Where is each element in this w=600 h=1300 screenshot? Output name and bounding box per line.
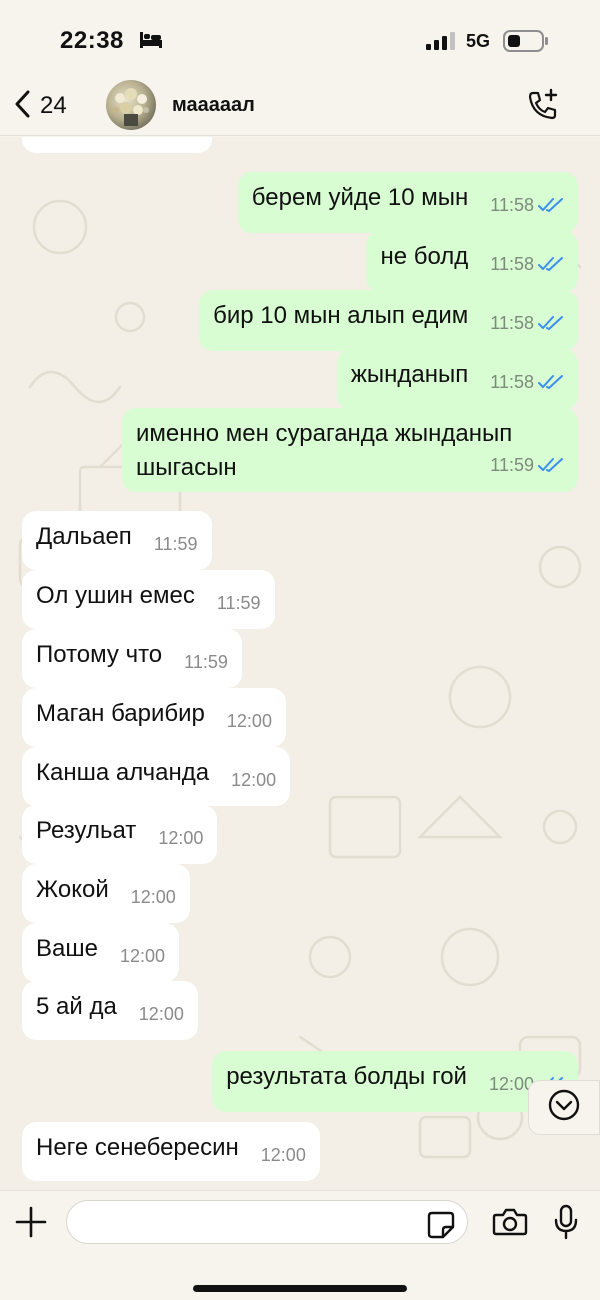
message-bubble-outgoing[interactable]: не болд 11:58 — [366, 231, 578, 292]
message-text: Канша алчанда — [36, 759, 210, 786]
double-check-icon — [538, 308, 564, 342]
message-meta: 11:58 — [490, 188, 564, 224]
message-text: не болд — [380, 243, 469, 270]
chat-header: 24 мааааал — [0, 78, 600, 136]
message-text: результата болды гой — [226, 1063, 467, 1090]
message-bubble-incoming[interactable]: Маган барибир 12:00 — [22, 688, 286, 747]
chevron-left-icon — [14, 90, 30, 123]
phone-add-icon[interactable] — [524, 87, 560, 128]
message-time: 12:00 — [119, 946, 166, 966]
message-bubble-outgoing[interactable]: берем уйде 10 мын 11:58 — [237, 172, 578, 233]
message-text: именно мен сураганда жынданып шыгасын — [136, 420, 513, 481]
message-bubble-incoming[interactable]: Канша алчанда 12:00 — [22, 747, 291, 806]
microphone-icon[interactable] — [553, 1204, 579, 1245]
message-input[interactable] — [66, 1200, 468, 1244]
message-time: 11:58 — [490, 313, 534, 333]
message-bubble-outgoing[interactable]: бир 10 мын алып едим 11:58 — [199, 290, 578, 351]
message-text: Неге сенебересин — [36, 1134, 239, 1161]
message-bubble-outgoing[interactable]: результата болды гой 12:00 — [212, 1051, 578, 1112]
message-text: Маган барибир — [36, 700, 205, 727]
message-text: Ол ушин емес — [36, 582, 195, 609]
double-check-icon — [538, 249, 564, 283]
back-button[interactable]: 24 — [14, 88, 94, 124]
message-text: Ваше — [36, 935, 98, 962]
message-time: 12:00 — [226, 711, 272, 731]
message-list[interactable]: 11:58 берем уйде 10 мын 11:58 не болд 11:5… — [0, 137, 600, 1190]
message-time: 11:59 — [490, 455, 534, 475]
status-time: 22:38 — [60, 27, 124, 54]
sleep-focus-icon — [139, 31, 163, 54]
message-time: 11:58 — [490, 372, 534, 392]
message-meta: 11:58 — [490, 247, 564, 283]
plus-icon[interactable] — [14, 1205, 48, 1244]
message-time: 11:59 — [153, 534, 198, 554]
message-time: 11:59 — [216, 593, 261, 613]
message-meta: 11:58 — [490, 365, 564, 401]
double-check-icon — [538, 367, 564, 401]
message-time: 11:59 — [184, 652, 228, 672]
message-bubble-incoming[interactable]: Ол ушин емес 11:59 — [22, 570, 275, 629]
message-text: Дальаеп — [36, 523, 132, 550]
message-text: жынданып — [350, 361, 469, 388]
message-time: 11:58 — [490, 195, 534, 215]
camera-icon[interactable] — [492, 1207, 528, 1242]
sticker-icon[interactable] — [426, 1210, 456, 1245]
message-text: 5 ай да — [36, 993, 117, 1020]
message-text: берем уйде 10 мын — [251, 184, 469, 211]
contact-name[interactable]: мааааал — [172, 94, 255, 117]
message-meta: 11:58 — [490, 306, 564, 342]
composer-bar — [0, 1190, 600, 1300]
chevron-down-icon — [547, 1088, 581, 1127]
status-bar: 22:38 5G — [0, 0, 600, 80]
message-text: Потому что — [36, 641, 163, 668]
message-bubble-incoming[interactable]: Потому что 11:59 — [22, 629, 242, 688]
message-bubble-incoming[interactable]: Дальаеп 11:59 — [22, 511, 212, 570]
scroll-to-bottom-button[interactable] — [528, 1080, 600, 1135]
message-bubble-outgoing[interactable]: именно мен сураганда жынданып шыгасын 11… — [122, 408, 578, 492]
avatar[interactable] — [106, 80, 156, 130]
message-time: 11:58 — [490, 254, 534, 274]
message-time: 12:00 — [260, 1145, 306, 1165]
unread-count: 24 — [40, 92, 67, 119]
signal-strength-icon — [425, 31, 457, 56]
message-time: 12:00 — [158, 828, 204, 848]
message-time: 12:00 — [138, 1004, 184, 1024]
message-meta: 11:59 — [490, 448, 564, 484]
message-time: 12:00 — [130, 887, 176, 907]
message-bubble-incoming[interactable]: 11:58 — [22, 137, 212, 153]
message-bubble-incoming[interactable]: Ваше 12:00 — [22, 923, 180, 982]
message-text: бир 10 мын алып едим — [213, 302, 469, 329]
home-indicator — [193, 1285, 407, 1292]
double-check-icon — [538, 450, 564, 484]
message-bubble-incoming[interactable]: 5 ай да 12:00 — [22, 981, 198, 1040]
message-bubble-incoming[interactable]: Жокой 12:00 — [22, 864, 190, 923]
message-bubble-incoming[interactable]: Резульат 12:00 — [22, 805, 218, 864]
double-check-icon — [538, 190, 564, 224]
message-text: Жокой — [36, 876, 109, 903]
network-type: 5G — [466, 31, 491, 51]
message-text: Резульат — [36, 817, 137, 844]
battery-icon — [503, 30, 549, 57]
message-time: 11:58 — [154, 137, 198, 145]
message-bubble-incoming[interactable]: Неге сенебересин 12:00 — [22, 1122, 320, 1181]
message-time: 12:00 — [231, 770, 277, 790]
message-bubble-outgoing[interactable]: жынданып 11:58 — [336, 349, 578, 410]
